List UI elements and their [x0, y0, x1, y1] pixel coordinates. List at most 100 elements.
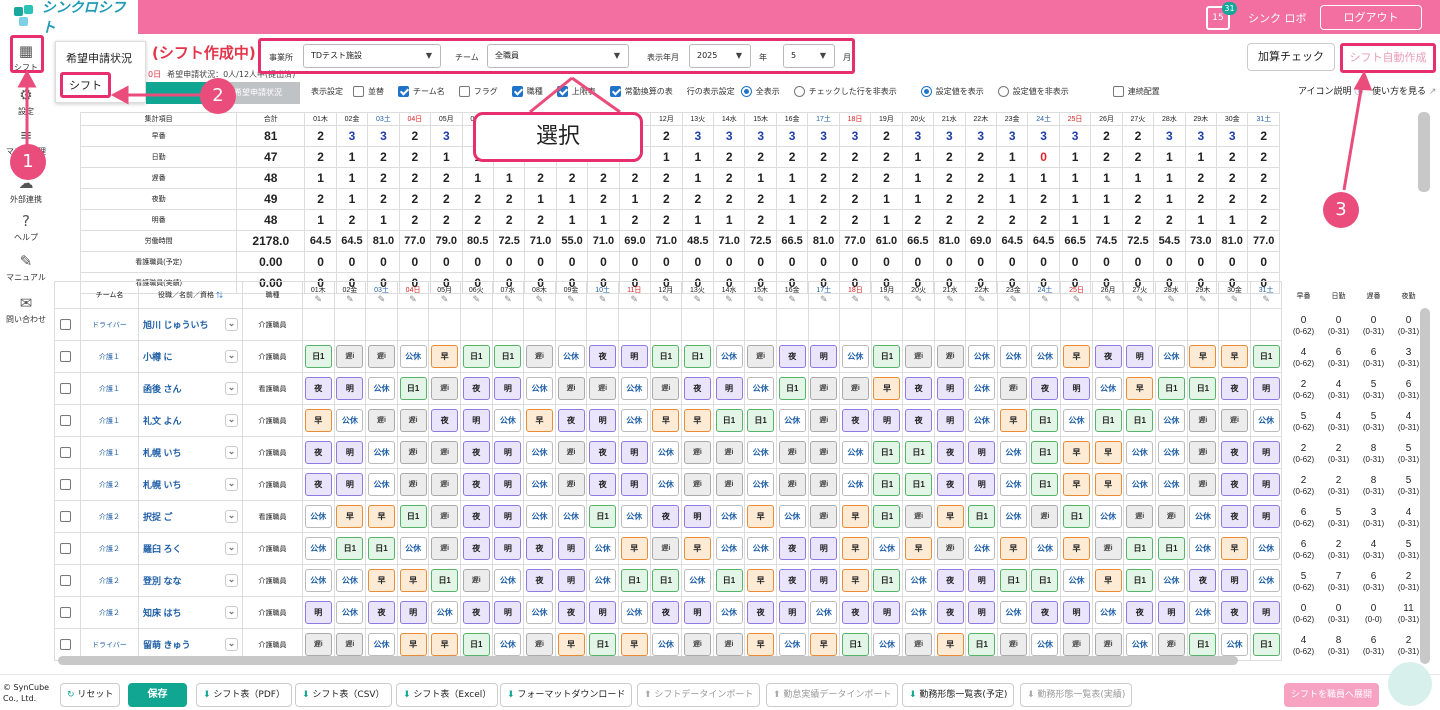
shift-cell[interactable]: 明 [554, 532, 588, 565]
shift-cell[interactable]: 日1 [1155, 372, 1188, 405]
shift-chip[interactable]: 日1 [841, 633, 869, 656]
shift-chip[interactable]: 遅i [304, 633, 332, 656]
shift-chip[interactable]: 遅i [1031, 505, 1059, 528]
shift-chip[interactable]: 遅i [525, 633, 553, 656]
shift-chip[interactable]: 日1 [873, 441, 901, 464]
shift-chip[interactable]: 公休 [1094, 505, 1122, 528]
shift-cell[interactable]: 早 [933, 500, 967, 533]
shift-cell[interactable]: 明 [491, 500, 525, 533]
shift-cell[interactable]: 公休 [586, 532, 619, 565]
pencil-icon[interactable]: ✎ [1157, 295, 1187, 304]
shift-chip[interactable]: 早 [399, 569, 427, 592]
shift-chip[interactable]: 公休 [999, 473, 1027, 496]
shift-chip[interactable]: 遅i [431, 537, 459, 560]
shift-chip[interactable]: 遅i [1189, 409, 1217, 432]
shift-cell[interactable]: 公休 [1249, 564, 1283, 597]
shift-chip[interactable]: 早 [367, 505, 395, 528]
staff-name[interactable]: 函後 さん [143, 384, 182, 394]
shift-chip[interactable]: 公休 [968, 537, 996, 560]
shift-chip[interactable]: 公休 [747, 441, 775, 464]
schedule-list-actual-button[interactable]: ⬇ 勤務形態一覧表(実績) [1020, 683, 1133, 707]
shift-cell[interactable]: 公休 [1091, 500, 1125, 533]
shift-cell[interactable]: 明 [1218, 564, 1251, 597]
shift-chip[interactable]: 明 [494, 377, 522, 400]
shift-cell[interactable]: 早 [997, 404, 1030, 437]
shift-chip[interactable]: 公休 [1063, 569, 1091, 592]
shift-chip[interactable]: 日1 [1031, 569, 1059, 592]
team-select[interactable]: 全職員 ▼ [487, 44, 629, 68]
sidebar-item-4[interactable]: ? ヘルプ [4, 212, 48, 243]
shift-cell[interactable] [491, 308, 525, 341]
shift-cell[interactable]: 遅i [1186, 468, 1220, 501]
shift-cell[interactable]: 早 [997, 532, 1030, 565]
shift-chip[interactable]: 早 [1094, 441, 1122, 464]
shift-chip[interactable]: 遅i [905, 345, 933, 368]
shift-cell[interactable] [1186, 308, 1220, 341]
shift-chip[interactable]: 遅i [905, 633, 933, 656]
shift-cell[interactable]: 遅i [428, 532, 461, 565]
shift-cell[interactable]: 夜 [1028, 596, 1062, 629]
shift-chip[interactable]: 公休 [873, 537, 901, 560]
shift-chip[interactable]: 公休 [1189, 601, 1217, 624]
shift-chip[interactable]: 明 [557, 537, 585, 560]
shift-cell[interactable]: 夜 [775, 564, 809, 597]
shift-chip[interactable]: 夜 [589, 345, 617, 368]
user-name[interactable]: シンク ロボ [1248, 10, 1307, 26]
shift-chip[interactable]: 夜 [462, 377, 490, 400]
shift-chip[interactable]: 日1 [873, 345, 901, 368]
excel-export-button[interactable]: ⬇ シフト表（Excel） [396, 683, 499, 707]
shift-cell[interactable]: 明 [333, 372, 367, 405]
staff-name[interactable]: 札幌 いち [143, 448, 182, 458]
shift-cell[interactable]: 公休 [997, 340, 1030, 373]
shift-chip[interactable]: 公休 [747, 377, 775, 400]
checkbox[interactable] [1112, 85, 1124, 97]
shift-chip[interactable]: 夜 [304, 377, 332, 400]
shift-chip[interactable]: 遅i [431, 505, 459, 528]
shift-cell[interactable]: 明 [1060, 596, 1093, 629]
shift-chip[interactable]: 公休 [1252, 537, 1280, 560]
shift-chip[interactable]: 公休 [620, 377, 648, 400]
shift-cell[interactable]: 夜 [902, 372, 935, 405]
shift-cell[interactable]: 日1 [870, 340, 904, 373]
shift-cell[interactable]: 公休 [586, 564, 619, 597]
shift-cell[interactable]: 公休 [649, 468, 683, 501]
shift-chip[interactable]: 夜 [557, 409, 585, 432]
shift-cell[interactable]: 夜 [302, 468, 335, 501]
calc-check-button[interactable]: 加算チェック [1247, 43, 1335, 71]
shift-chip[interactable]: 早 [747, 569, 775, 592]
pencil-icon[interactable]: ✎ [430, 295, 460, 304]
shift-chip[interactable]: 日1 [462, 633, 490, 656]
shift-cell[interactable] [965, 308, 999, 341]
shift-cell[interactable]: 夜 [649, 500, 683, 533]
shift-cell[interactable]: 公休 [396, 532, 430, 565]
shift-cell[interactable]: 明 [333, 468, 367, 501]
shift-cell[interactable]: 明 [491, 372, 525, 405]
shift-cell[interactable]: 公休 [649, 436, 683, 469]
shift-cell[interactable] [839, 308, 872, 341]
shift-chip[interactable]: 公休 [1031, 537, 1059, 560]
shift-cell[interactable]: 公休 [365, 372, 398, 405]
shift-cell[interactable] [523, 308, 556, 341]
shift-cell[interactable]: 早 [744, 500, 777, 533]
shift-chip[interactable]: 遅i [810, 505, 838, 528]
shift-cell[interactable] [1123, 308, 1157, 341]
shift-cell[interactable]: 公休 [902, 564, 935, 597]
shift-cell[interactable]: 公休 [1186, 500, 1220, 533]
shift-cell[interactable]: 公休 [997, 500, 1030, 533]
shift-chip[interactable]: 早 [1063, 537, 1091, 560]
row-checkbox[interactable] [60, 414, 71, 426]
shift-chip[interactable]: 公休 [399, 345, 427, 368]
pencil-icon[interactable]: ✎ [1125, 295, 1155, 304]
shift-cell[interactable]: 日1 [428, 564, 461, 597]
shift-chip[interactable]: 公休 [999, 441, 1027, 464]
shift-cell[interactable]: 公休 [1060, 564, 1093, 597]
shift-cell[interactable]: 公休 [839, 468, 872, 501]
shift-cell[interactable]: 日1 [1186, 372, 1220, 405]
shift-chip[interactable]: 公休 [747, 473, 775, 496]
shift-chip[interactable]: 日1 [1189, 633, 1217, 656]
shift-cell[interactable]: 公休 [965, 404, 999, 437]
shift-cell[interactable]: 明 [491, 532, 525, 565]
shift-chip[interactable]: 公休 [431, 601, 459, 624]
shift-cell[interactable]: 公休 [523, 500, 556, 533]
shift-cell[interactable]: 日1 [1123, 564, 1157, 597]
